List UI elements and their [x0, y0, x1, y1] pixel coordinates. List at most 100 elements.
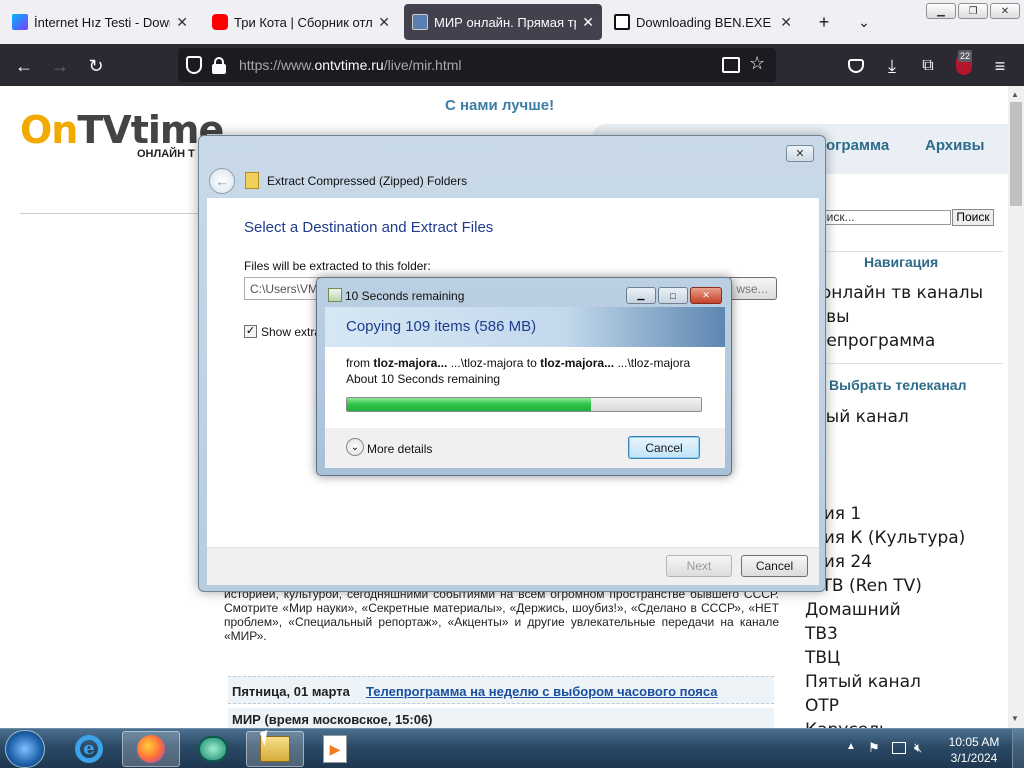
menu-tvprogram-link[interactable]: ограмма	[826, 137, 889, 154]
dialog-footer: Next Cancel	[207, 547, 819, 585]
channel-heading: Выбрать телеканал	[829, 377, 967, 393]
back-icon[interactable]: ←	[10, 52, 38, 80]
close-tab-icon[interactable]: ✕	[582, 14, 594, 31]
dialog-close-icon[interactable]: ✕	[786, 145, 814, 162]
channel-link[interactable]: ТВ3	[805, 624, 838, 644]
search-input[interactable]: оиск...	[805, 210, 951, 225]
copy-header: Copying 109 items (586 MB)	[325, 307, 725, 347]
channel-link[interactable]: Пятый канал	[805, 672, 921, 692]
tab-title: İnternet Hız Testi - Downlo	[34, 14, 170, 30]
menu-archives-link[interactable]: Архивы	[925, 137, 984, 154]
copy-cancel-button[interactable]: Cancel	[628, 436, 700, 459]
copy-footer: ⌄ More details Cancel	[325, 428, 725, 468]
channel-link[interactable]: Домашний	[805, 600, 901, 620]
next-button[interactable]: Next	[666, 555, 732, 577]
copy-maximize-icon[interactable]: □	[658, 287, 688, 304]
tab-title: Три Кота | Сборник отлич	[234, 14, 373, 30]
archive-icon	[614, 14, 630, 30]
youtube-icon	[212, 14, 228, 30]
action-center-flag-icon[interactable]: ⚑	[868, 740, 880, 756]
clock-time[interactable]: 10:05 AM	[944, 735, 1004, 749]
tab-list-chevron-icon[interactable]: ⌄	[850, 8, 878, 36]
divider	[20, 213, 200, 214]
internet-explorer-icon[interactable]: e	[60, 731, 118, 767]
speedtest-icon	[12, 14, 28, 30]
taskbar: e ▶ ▲ ⚑ 🔇︎ 10:05 AM 3/1/2024	[0, 728, 1024, 768]
lock-icon[interactable]	[212, 57, 226, 74]
address-bar[interactable]: https://www.ontvtime.ru/live/mir.html ☆	[178, 48, 776, 82]
folder-label: Files will be extracted to this folder:	[244, 259, 431, 273]
copy-body: from tloz-majora... ...\tloz-majora to t…	[325, 347, 725, 428]
destination-input[interactable]: C:\Users\VM	[244, 277, 324, 300]
navigation-heading: Навигация	[864, 254, 939, 270]
schedule-channel: МИР (время московское, 15:06)	[232, 712, 433, 727]
copy-heading: Copying 109 items (586 MB)	[346, 318, 537, 335]
media-icon[interactable]	[184, 731, 242, 767]
back-arrow-icon[interactable]: ←	[209, 168, 235, 194]
extensions-icon[interactable]: ⧉	[914, 52, 942, 80]
tab-title: Downloading BEN.EXE : RE	[636, 14, 774, 30]
ublock-badge: 22	[958, 50, 973, 62]
url-text[interactable]: https://www.ontvtime.ru/live/mir.html	[239, 57, 462, 73]
divider	[805, 363, 1003, 364]
extract-cancel-button[interactable]: Cancel	[741, 555, 808, 577]
scroll-down-icon[interactable]: ▼	[1011, 714, 1019, 723]
channel-link[interactable]: ссия К (Культура)	[805, 528, 965, 548]
site-logo[interactable]: OnTVtime	[20, 108, 224, 152]
search-button[interactable]: Поиск	[952, 209, 994, 226]
show-files-label: Show extra	[261, 325, 322, 339]
more-details-link[interactable]: More details	[367, 442, 432, 456]
shield-icon[interactable]	[186, 56, 202, 74]
downloads-icon[interactable]: ⤓	[878, 52, 906, 80]
forward-icon[interactable]: →	[46, 52, 74, 80]
tab-download[interactable]: Downloading BEN.EXE : RE ✕	[606, 4, 800, 40]
maximize-window-icon[interactable]: ❐	[958, 3, 988, 19]
tab-mir-active[interactable]: МИР онлайн. Прямая тра ✕	[404, 4, 602, 40]
divider	[805, 251, 1003, 252]
dialog-heading: Select a Destination and Extract Files	[244, 219, 494, 236]
clock-date[interactable]: 3/1/2024	[944, 751, 1004, 765]
copy-icon	[328, 288, 342, 302]
close-tab-icon[interactable]: ✕	[780, 14, 792, 31]
hamburger-menu-icon[interactable]: ≡	[986, 52, 1014, 80]
show-hidden-icons-icon[interactable]: ▲	[846, 741, 856, 752]
close-tab-icon[interactable]: ✕	[176, 14, 188, 31]
copy-close-icon[interactable]: ✕	[690, 287, 722, 304]
copy-progress-bar	[346, 397, 702, 412]
scrollbar-thumb[interactable]	[1010, 102, 1022, 206]
minimize-window-icon[interactable]: ▁	[926, 3, 956, 19]
media-player-icon[interactable]: ▶	[306, 731, 364, 767]
bookmark-star-icon[interactable]: ☆	[749, 53, 765, 74]
start-orb-icon[interactable]	[5, 730, 45, 768]
copy-dialog-title: 10 Seconds remaining	[345, 289, 465, 303]
channel-link[interactable]: ТВЦ	[805, 648, 840, 668]
reload-icon[interactable]: ↻	[82, 52, 110, 80]
tab-speedtest[interactable]: İnternet Hız Testi - Downlo ✕	[4, 4, 196, 40]
reader-view-icon[interactable]	[722, 57, 740, 73]
site-tagline: С нами лучше!	[445, 97, 555, 114]
channel-description: историей, культурой, сегодняшними событи…	[224, 587, 779, 643]
nav-link-all-channels[interactable]: е онлайн тв каналы	[805, 283, 983, 303]
show-files-checkbox[interactable]: ✓	[244, 325, 257, 338]
show-desktop-button[interactable]	[1012, 729, 1024, 768]
schedule-week-link[interactable]: Телепрограмма на неделю с выбором часово…	[366, 684, 717, 699]
copy-minimize-icon[interactable]: ▁	[626, 287, 656, 304]
browse-button[interactable]: wse...	[727, 277, 777, 300]
zip-folder-icon	[245, 172, 259, 189]
pocket-icon[interactable]	[842, 52, 870, 80]
scroll-up-icon[interactable]: ▲	[1011, 90, 1019, 99]
close-window-icon[interactable]: ✕	[990, 3, 1020, 19]
file-explorer-icon[interactable]	[246, 731, 304, 767]
volume-muted-icon[interactable]: 🔇︎	[914, 740, 922, 756]
channel-link[interactable]: Карусель	[805, 720, 889, 728]
firefox-icon[interactable]	[122, 731, 180, 767]
progress-fill	[347, 398, 592, 411]
chevron-down-icon[interactable]: ⌄	[346, 438, 364, 456]
channel-link[interactable]: ОТР	[805, 696, 839, 716]
tab-youtube[interactable]: Три Кота | Сборник отлич ✕	[204, 4, 398, 40]
logo-subtitle: ОНЛАЙН Т	[137, 148, 195, 160]
copy-from-to: from tloz-majora... ...\tloz-majora to t…	[346, 356, 691, 370]
network-icon[interactable]	[892, 742, 906, 754]
close-tab-icon[interactable]: ✕	[378, 14, 390, 31]
new-tab-icon[interactable]: +	[810, 8, 838, 36]
